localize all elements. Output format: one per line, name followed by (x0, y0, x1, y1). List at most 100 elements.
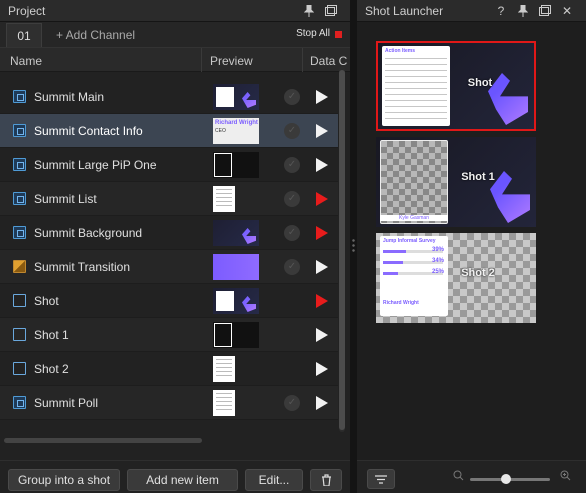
column-header: Name Preview Data C (0, 48, 350, 72)
item-row[interactable]: Summit Contact Info Richard Wright CEO ✓ (0, 114, 338, 148)
item-row[interactable]: Summit Transition ✓ (0, 250, 338, 284)
horizontal-scrollbar[interactable] (4, 438, 202, 443)
item-preview-thumbnail (213, 220, 259, 246)
item-row[interactable]: Summit Large PiP One ✓ (0, 148, 338, 182)
play-icon[interactable] (316, 124, 328, 138)
add-channel-button[interactable]: + Add Channel (56, 23, 135, 47)
splitter-grip[interactable] (352, 238, 355, 254)
play-icon[interactable] (316, 260, 328, 274)
tab-channel-01[interactable]: 01 (6, 23, 42, 47)
channel-tab-row: 01 + Add Channel Stop All (0, 22, 350, 48)
item-name: Shot 1 (34, 328, 69, 342)
poll-bar: 39% (383, 247, 444, 253)
graphic-icon (13, 226, 26, 239)
shot-launcher-panel: Shot Launcher ? ✕ Action Items Shot Kyle… (357, 0, 586, 493)
column-divider[interactable] (201, 48, 202, 72)
pin-icon[interactable] (512, 2, 534, 20)
stop-icon[interactable] (335, 31, 342, 38)
group-into-shot-button[interactable]: Group into a shot (8, 469, 120, 491)
graphic-icon (13, 192, 26, 205)
add-new-item-button[interactable]: Add new item (127, 469, 238, 491)
item-row[interactable]: Summit Main ✓ (0, 80, 338, 114)
item-preview-thumbnail (213, 254, 259, 280)
item-name: Summit Background (34, 226, 143, 240)
scrollbar-thumb[interactable] (339, 70, 345, 430)
stop-all-button[interactable]: Stop All (296, 28, 330, 39)
shot-label: Shot 2 (461, 267, 495, 279)
zoom-out-icon[interactable] (453, 470, 464, 484)
help-icon[interactable]: ? (490, 2, 512, 20)
column-name[interactable]: Name (10, 54, 42, 68)
checkmark-icon[interactable]: ✓ (284, 191, 300, 207)
project-button-bar: Group into a shot Add new item Edit... (0, 460, 350, 493)
transition-icon (13, 260, 26, 273)
close-icon[interactable]: ✕ (556, 2, 578, 20)
checkmark-icon[interactable]: ✓ (284, 89, 300, 105)
float-window-icon[interactable] (320, 2, 342, 20)
edit-button[interactable]: Edit... (245, 469, 303, 491)
poll-percent: 39% (431, 247, 444, 253)
panel-splitter[interactable] (350, 0, 357, 493)
shot-launcher-titlebar: Shot Launcher ? ✕ (357, 0, 586, 22)
graphic-icon (13, 158, 26, 171)
shot-launcher-title: Shot Launcher (365, 3, 444, 18)
lower-third-role: CEO (215, 128, 226, 134)
zoom-slider[interactable] (470, 474, 550, 484)
play-icon[interactable] (316, 362, 328, 376)
item-preview-thumbnail (213, 84, 259, 110)
item-preview-thumbnail (213, 186, 235, 212)
item-name: Summit Poll (34, 396, 99, 410)
poll-percent: 34% (431, 258, 444, 264)
shot-icon (13, 328, 26, 341)
shot-icon (13, 294, 26, 307)
item-row[interactable]: Summit List ✓ (0, 182, 338, 216)
zoom-slider-knob[interactable] (501, 474, 511, 484)
item-row[interactable]: Shot (0, 284, 338, 318)
item-name: Summit Large PiP One (34, 158, 157, 172)
item-name: Shot 2 (34, 362, 69, 376)
delete-button[interactable] (310, 469, 342, 491)
project-title: Project (8, 3, 46, 18)
pin-icon[interactable] (298, 2, 320, 20)
play-icon[interactable] (316, 226, 328, 240)
graphic-icon (13, 124, 26, 137)
vertical-scrollbar[interactable] (339, 66, 345, 432)
card-title: Action Items (385, 48, 416, 54)
graphic-icon (13, 396, 26, 409)
play-icon[interactable] (316, 192, 328, 206)
play-icon[interactable] (316, 294, 328, 308)
float-window-icon[interactable] (534, 2, 556, 20)
column-preview[interactable]: Preview (210, 54, 253, 68)
item-preview-thumbnail (213, 322, 259, 348)
trash-icon (321, 474, 331, 486)
shot-label: Shot 1 (461, 171, 495, 183)
lower-third-name: Richard Wright (215, 120, 258, 126)
zoom-in-icon[interactable] (560, 470, 571, 484)
shot-tile-shot[interactable]: Action Items Shot (376, 41, 536, 131)
item-name: Summit Contact Info (34, 124, 143, 138)
checkmark-icon[interactable]: ✓ (284, 259, 300, 275)
play-icon[interactable] (316, 328, 328, 342)
shot-tile-shot-2[interactable]: Jump Informal Survey 39% 34% 25% Richard… (376, 233, 536, 323)
item-row[interactable]: Shot 2 (0, 352, 338, 386)
checkmark-icon[interactable]: ✓ (284, 123, 300, 139)
checkmark-icon[interactable]: ✓ (284, 157, 300, 173)
play-icon[interactable] (316, 90, 328, 104)
item-preview-thumbnail (213, 288, 259, 314)
play-icon[interactable] (316, 158, 328, 172)
checkmark-icon[interactable]: ✓ (284, 225, 300, 241)
item-row[interactable]: Summit Poll ✓ (0, 386, 338, 420)
checkmark-icon[interactable]: ✓ (284, 395, 300, 411)
column-divider[interactable] (302, 48, 303, 72)
item-name: Shot (34, 294, 59, 308)
filter-button[interactable] (367, 469, 395, 489)
play-icon[interactable] (316, 396, 328, 410)
item-row[interactable]: Summit Background ✓ (0, 216, 338, 250)
shot-tile-shot-1[interactable]: Kyle Gasman Shot 1 (376, 137, 536, 227)
item-row[interactable]: Shot 1 (0, 318, 338, 352)
graphic-icon (13, 90, 26, 103)
poll-bar: 34% (383, 258, 444, 264)
item-name: Summit Transition (34, 260, 131, 274)
item-list: Summit Main ✓ Summit Contact Info Richard W… (0, 80, 338, 420)
shot-label: Shot (467, 77, 493, 89)
